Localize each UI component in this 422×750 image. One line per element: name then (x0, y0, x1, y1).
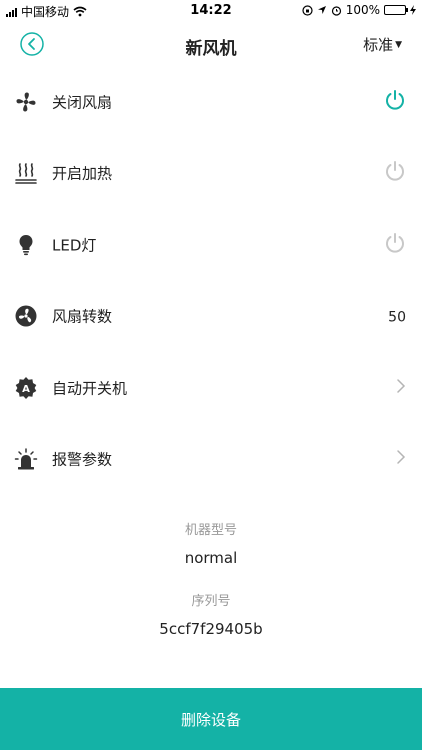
row-label: 自动开关机 (52, 379, 128, 398)
chevron-right-icon (396, 449, 406, 469)
battery-percent: 100% (345, 3, 380, 17)
row-value: 50 (388, 309, 406, 326)
power-icon (386, 161, 404, 181)
chevron-right-icon (396, 378, 406, 398)
power-toggle[interactable] (384, 232, 406, 258)
alarm-icon (14, 448, 38, 470)
heat-waves-icon (15, 163, 37, 185)
orientation-lock-icon (302, 4, 313, 16)
row-fan-power[interactable]: 关闭风扇 (0, 66, 422, 138)
battery-icon (384, 5, 408, 15)
delete-device-button[interactable]: 删除设备 (0, 688, 422, 750)
model-value: normal (184, 549, 238, 567)
row-label: 关闭风扇 (52, 93, 113, 112)
svg-text:A: A (22, 384, 30, 395)
row-label: 风扇转数 (52, 307, 113, 326)
row-heating[interactable]: 开启加热 (0, 138, 422, 210)
status-right: 100% (302, 3, 416, 17)
alarm-clock-icon (331, 5, 341, 16)
serial-label: 序列号 (191, 594, 231, 609)
row-label: LED灯 (52, 236, 97, 255)
fan-speed-value: 50 (388, 307, 406, 326)
power-icon (386, 232, 404, 253)
auto-icon: A (15, 376, 37, 399)
nav-bar: 新风机 标准 ▼ (0, 22, 422, 66)
row-led[interactable]: LED灯 (0, 209, 422, 281)
fan-icon (16, 92, 36, 112)
mode-dropdown[interactable]: 标准 ▼ (363, 34, 402, 55)
delete-device-label: 删除设备 (180, 710, 241, 729)
caret-down-icon: ▼ (395, 39, 402, 50)
fan-speed-icon (15, 305, 37, 327)
row-fan-speed[interactable]: 风扇转数 50 (0, 281, 422, 353)
model-label: 机器型号 (184, 523, 237, 538)
page-title: 新风机 (185, 39, 237, 59)
power-toggle[interactable] (384, 160, 406, 186)
row-label: 开启加热 (52, 164, 113, 183)
power-icon (386, 89, 404, 110)
row-label: 报警参数 (52, 450, 113, 469)
status-bar: 中国移动 14:22 100% (0, 0, 422, 22)
bulb-icon (19, 234, 33, 255)
location-icon (317, 6, 326, 14)
serial-value: 5ccf7f29405b (159, 620, 263, 638)
row-auto-power[interactable]: A 自动开关机 (0, 352, 422, 424)
settings-list: 关闭风扇 开启加热 LED灯 风扇转数 50 A 自动开关机 报警参数 (0, 66, 422, 495)
mode-label: 标准 (363, 36, 394, 54)
row-alarm-params[interactable]: 报警参数 (0, 424, 422, 496)
charging-icon (410, 5, 416, 15)
power-toggle[interactable] (384, 89, 406, 115)
